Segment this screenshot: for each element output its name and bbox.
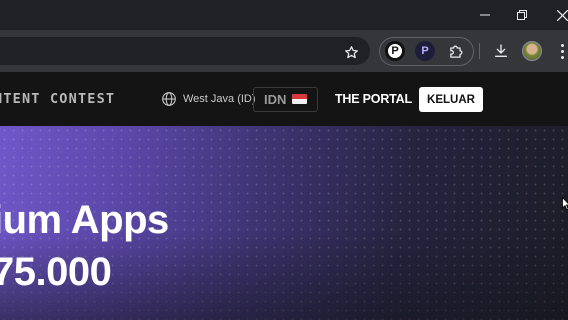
- close-icon: [556, 9, 568, 21]
- extension-p-white[interactable]: P: [385, 41, 405, 61]
- extensions-button[interactable]: [446, 41, 466, 61]
- restore-button[interactable]: [502, 0, 542, 30]
- profile-avatar[interactable]: [522, 41, 542, 61]
- hero-title: ium Apps: [0, 198, 169, 242]
- restore-icon: [517, 10, 527, 20]
- kebab-menu-icon[interactable]: [556, 41, 568, 61]
- download-icon: [495, 44, 507, 57]
- mouse-cursor-icon: [562, 197, 568, 211]
- puzzle-icon: [449, 45, 462, 58]
- contest-nav-label[interactable]: NTENT CONTEST: [0, 91, 115, 107]
- star-icon: [344, 45, 358, 58]
- minimize-icon: [480, 14, 490, 16]
- toolbar-divider: [479, 43, 480, 59]
- globe-icon: [162, 92, 176, 106]
- close-button[interactable]: [542, 0, 568, 30]
- logout-button[interactable]: KELUAR: [419, 87, 483, 112]
- extension-glyph: P: [421, 45, 429, 57]
- address-bar[interactable]: [0, 37, 370, 65]
- indonesia-flag-icon: [292, 94, 307, 104]
- region-label: West Java (ID): [183, 93, 256, 105]
- minimize-button[interactable]: [465, 0, 505, 30]
- bookmark-star-button[interactable]: [341, 42, 361, 62]
- extension-glyph: P: [391, 45, 399, 57]
- extension-p-purple[interactable]: P: [415, 41, 435, 61]
- language-code: IDN: [264, 92, 287, 107]
- hero-amount: 75.000: [0, 250, 112, 294]
- downloads-button[interactable]: [491, 41, 511, 61]
- the-portal-link[interactable]: THE PORTAL: [335, 92, 412, 106]
